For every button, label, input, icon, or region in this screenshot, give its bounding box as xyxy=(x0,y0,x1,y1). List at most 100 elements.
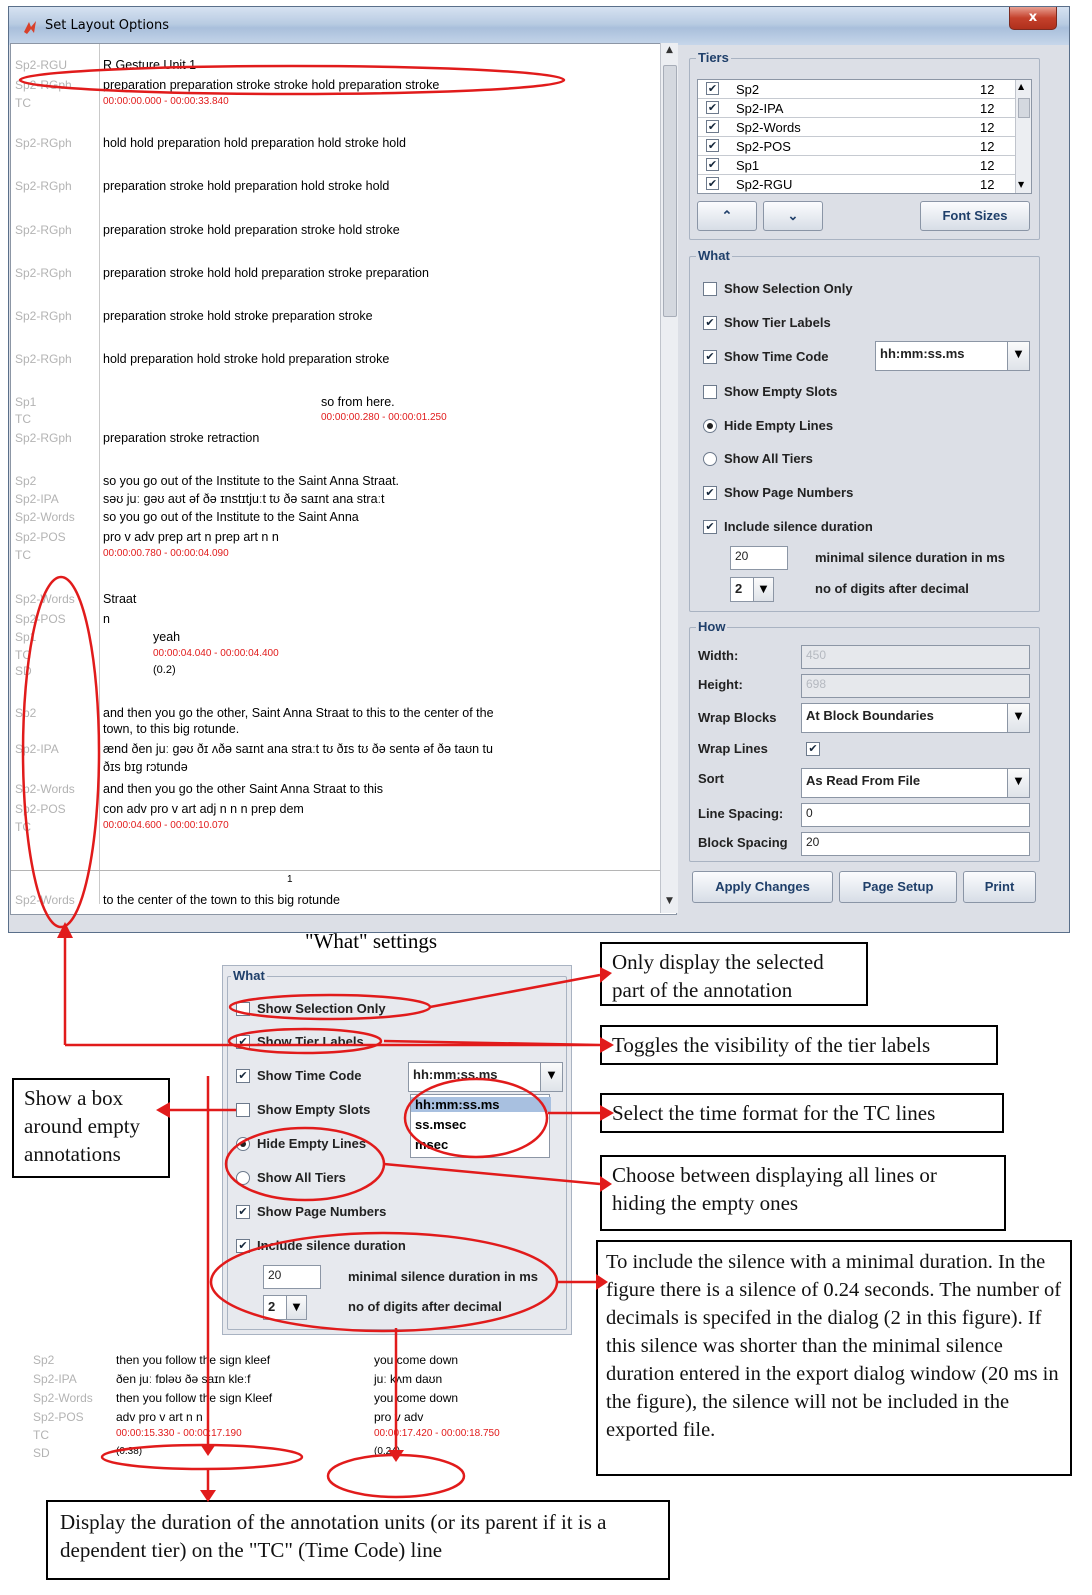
zoom-tier-labels-checkbox[interactable]: ✔ xyxy=(236,1035,250,1049)
tier-checkbox[interactable]: ✔ xyxy=(706,158,719,171)
tier-label: Sp2-RGph xyxy=(15,266,72,280)
wrap-blocks-select[interactable]: At Block Boundaries ▼ xyxy=(801,703,1030,733)
line-spacing-input[interactable]: 0 xyxy=(801,803,1030,827)
preview-scrollbar[interactable]: ▲ ▼ xyxy=(660,43,678,913)
zoom-empty-slots-label: Show Empty Slots xyxy=(257,1102,371,1117)
apply-changes-button[interactable]: Apply Changes xyxy=(692,871,833,903)
title-bar[interactable]: Set Layout Options x xyxy=(9,7,1069,45)
zoom-time-code-label: Show Time Code xyxy=(257,1068,362,1083)
tier-row[interactable]: ✔ Sp2-POS 12 xyxy=(698,137,1016,156)
tier-name: Sp2-IPA xyxy=(736,101,784,116)
hide-empty-lines-radio[interactable] xyxy=(703,419,717,433)
scroll-thumb[interactable] xyxy=(663,65,677,317)
show-empty-slots-label: Show Empty Slots xyxy=(724,384,838,399)
show-page-numbers-label: Show Page Numbers xyxy=(724,485,854,500)
dropdown-arrow-icon[interactable]: ▼ xyxy=(540,1063,562,1091)
tiers-title: Tiers xyxy=(696,50,731,65)
sort-select[interactable]: As Read From File ▼ xyxy=(801,768,1030,798)
tier-checkbox[interactable]: ✔ xyxy=(706,120,719,133)
zoom-time-format-select[interactable]: hh:mm:ss.ms ▼ xyxy=(408,1062,563,1092)
zoom-include-silence-checkbox[interactable]: ✔ xyxy=(236,1239,250,1253)
font-sizes-button[interactable]: Font Sizes xyxy=(920,201,1030,231)
show-time-code-checkbox[interactable]: ✔ xyxy=(703,350,717,364)
tier-row[interactable]: ✔ Sp2-RGU 12 xyxy=(698,175,1016,193)
annotation-text: 00:00:04.600 - 00:00:10.070 xyxy=(103,820,229,831)
time-format-options: hh:mm:ss.ms ss.msec msec xyxy=(410,1094,551,1158)
close-button[interactable]: x xyxy=(1009,7,1057,30)
annotation-text: yeah xyxy=(153,630,181,644)
annotation-text: n xyxy=(103,612,110,626)
tier-checkbox[interactable]: ✔ xyxy=(706,82,719,95)
tier-row[interactable]: ✔ Sp2-Words 12 xyxy=(698,118,1016,137)
wrap-blocks-value: At Block Boundaries xyxy=(806,708,934,723)
zoom-selection-only-checkbox[interactable] xyxy=(236,1002,250,1016)
zoom-min-silence-input[interactable]: 20 xyxy=(263,1265,321,1289)
height-input[interactable]: 698 xyxy=(801,674,1030,698)
show-selection-only-checkbox[interactable] xyxy=(703,282,717,296)
dropdown-arrow-icon[interactable]: ▼ xyxy=(1007,769,1029,797)
tier-label: Sp1 xyxy=(15,395,37,409)
dropdown-arrow-icon[interactable]: ▼ xyxy=(286,1296,306,1319)
page-setup-button[interactable]: Page Setup xyxy=(839,871,957,903)
example-tier-label: Sp2 xyxy=(33,1353,55,1367)
annotation-text: səʊ juː ɡəʊ aʊt əf ðə ɪnstɪtjuːt tʊ ðə s… xyxy=(103,492,385,506)
example-annotation-text: then you follow the sign Kleef xyxy=(116,1391,273,1405)
dropdown-arrow-icon[interactable]: ▼ xyxy=(1007,342,1029,370)
zoom-digits-select[interactable]: 2 ▼ xyxy=(263,1295,307,1320)
annotation-text: ænd ðen juː ɡəʊ ðɪ ʌðə saɪnt ana straːt … xyxy=(103,742,493,756)
show-tier-labels-checkbox[interactable]: ✔ xyxy=(703,316,717,330)
min-silence-input[interactable]: 20 xyxy=(730,546,788,570)
show-all-tiers-radio[interactable] xyxy=(703,452,717,466)
example-annotation-text: (0.24) xyxy=(374,1446,401,1457)
tier-row[interactable]: ✔ Sp2 12 xyxy=(698,80,1016,99)
tier-label: Sp2-RGph xyxy=(15,309,72,323)
move-up-button[interactable]: ⌃ xyxy=(697,201,757,231)
chevron-down-icon: ⌄ xyxy=(787,208,799,223)
zoom-empty-slots-checkbox[interactable] xyxy=(236,1103,250,1117)
width-input[interactable]: 450 xyxy=(801,645,1030,669)
tier-name: Sp2 xyxy=(736,82,760,97)
tier-label: TC xyxy=(15,412,31,426)
zoom-time-code-checkbox[interactable]: ✔ xyxy=(236,1069,250,1083)
tier-list-scrollbar[interactable]: ▲ ▼ xyxy=(1015,80,1031,193)
print-button[interactable]: Print xyxy=(963,871,1036,903)
block-spacing-input[interactable]: 20 xyxy=(801,832,1030,856)
tier-scroll-down-icon[interactable]: ▼ xyxy=(1018,180,1024,189)
zoom-page-numbers-checkbox[interactable]: ✔ xyxy=(236,1205,250,1219)
tier-row[interactable]: ✔ Sp2-IPA 12 xyxy=(698,99,1016,118)
scroll-down-arrow-icon[interactable]: ▼ xyxy=(664,896,675,906)
time-format-select[interactable]: hh:mm:ss.ms ▼ xyxy=(875,341,1030,371)
tier-row[interactable]: ✔ Sp1 12 xyxy=(698,156,1016,175)
annotation-text: so you go out of the Institute to the Sa… xyxy=(103,474,400,488)
zoom-digits-label: no of digits after decimal xyxy=(348,1299,502,1314)
annotation-text: preparation preparation stroke stroke ho… xyxy=(103,78,440,92)
callout-time-format: Select the time format for the TC lines xyxy=(600,1093,1004,1133)
include-silence-checkbox[interactable]: ✔ xyxy=(703,520,717,534)
digits-select[interactable]: 2 ▼ xyxy=(730,577,774,602)
tier-scroll-up-icon[interactable]: ▲ xyxy=(1018,82,1024,91)
wrap-blocks-label: Wrap Blocks xyxy=(698,710,777,725)
example-annotation-text: 00:00:15.330 - 00:00:17.190 xyxy=(116,1428,242,1439)
wrap-lines-checkbox[interactable]: ✔ xyxy=(806,742,820,756)
tier-checkbox[interactable]: ✔ xyxy=(706,139,719,152)
move-down-button[interactable]: ⌄ xyxy=(763,201,823,231)
annotation-text: to the center of the town to this big ro… xyxy=(103,893,340,907)
time-format-option[interactable]: hh:mm:ss.ms xyxy=(411,1097,551,1112)
show-empty-slots-checkbox[interactable] xyxy=(703,385,717,399)
dropdown-arrow-icon[interactable]: ▼ xyxy=(1007,704,1029,732)
tier-checkbox[interactable]: ✔ xyxy=(706,177,719,190)
zoom-show-all-tiers-radio[interactable] xyxy=(236,1171,250,1185)
show-page-numbers-checkbox[interactable]: ✔ xyxy=(703,486,717,500)
scroll-up-arrow-icon[interactable]: ▲ xyxy=(664,45,675,55)
annotation-text: pro v adv prep art n prep art n n xyxy=(103,530,279,544)
zoom-hide-empty-lines-radio[interactable] xyxy=(236,1137,250,1151)
annotation-text: 00:00:00.780 - 00:00:04.090 xyxy=(103,548,229,559)
tier-scroll-thumb[interactable] xyxy=(1018,98,1030,118)
dropdown-arrow-icon[interactable]: ▼ xyxy=(753,578,773,601)
tier-label: Sp2-Words xyxy=(15,893,75,907)
time-format-option[interactable]: ss.msec xyxy=(415,1117,466,1132)
annotation-text: so from here. xyxy=(321,395,395,409)
time-format-option[interactable]: msec xyxy=(415,1137,448,1152)
tier-checkbox[interactable]: ✔ xyxy=(706,101,719,114)
tier-label: Sp2-RGph xyxy=(15,223,72,237)
